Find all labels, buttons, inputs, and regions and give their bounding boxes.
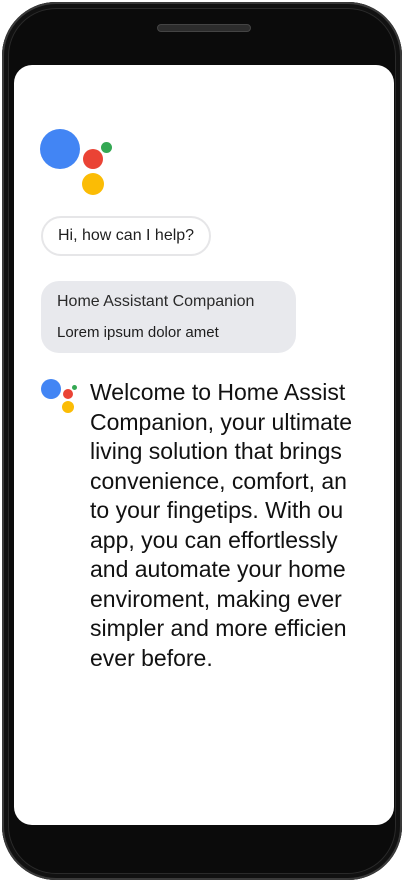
card-title: Home Assistant Companion [57, 293, 255, 310]
assistant-response-message: Welcome to Home Assist Companion, your u… [90, 378, 394, 673]
green-dot [101, 142, 112, 153]
message-line: ever before. [90, 644, 213, 671]
phone-device: Hi, how can I help? Home Assistant Compa… [0, 0, 408, 884]
phone-screen: Hi, how can I help? Home Assistant Compa… [14, 65, 394, 825]
green-dot [72, 385, 77, 390]
message-line: living solution that brings [90, 438, 342, 464]
message-line: enviroment, making ever [90, 585, 342, 612]
yellow-dot [82, 173, 104, 195]
message-line: convenience, comfort, an [90, 467, 347, 494]
greeting-text: Hi, how can I help? [58, 227, 195, 244]
home-assistant-card[interactable]: Home Assistant Companion Lorem ipsum dol… [41, 281, 296, 353]
blue-dot [41, 379, 61, 399]
message-line: app, you can effortlessly [90, 526, 338, 553]
message-line: to your fingetips. With ou [90, 497, 344, 523]
yellow-dot [62, 401, 74, 413]
message-line: and automate your home [90, 556, 346, 582]
red-dot [63, 389, 73, 399]
google-assistant-logo-icon [40, 129, 120, 199]
message-line: simpler and more efficien [90, 615, 347, 641]
message-line: Companion, your ultimate [90, 408, 353, 435]
assistant-avatar-icon [41, 379, 81, 415]
red-dot [83, 149, 103, 169]
blue-dot [40, 129, 80, 169]
greeting-chip[interactable]: Hi, how can I help? [41, 216, 212, 256]
card-subtitle: Lorem ipsum dolor amet [57, 324, 219, 341]
earpiece-speaker [157, 24, 251, 32]
message-line: Welcome to Home Assist [90, 379, 346, 405]
